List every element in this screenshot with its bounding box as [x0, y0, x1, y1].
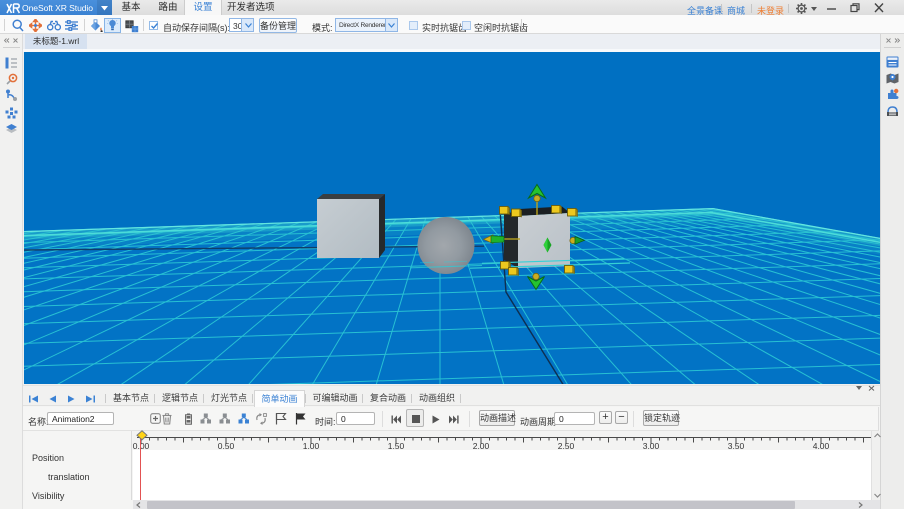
- svg-text:3.00: 3.00: [643, 441, 660, 450]
- svg-text:1.00: 1.00: [303, 441, 320, 450]
- svg-text:1.50: 1.50: [388, 441, 405, 450]
- svg-text:2.50: 2.50: [558, 441, 575, 450]
- svg-text:2.00: 2.00: [473, 441, 490, 450]
- svg-text:4.00: 4.00: [813, 441, 830, 450]
- svg-text:0.50: 0.50: [218, 441, 235, 450]
- svg-text:3.50: 3.50: [728, 441, 745, 450]
